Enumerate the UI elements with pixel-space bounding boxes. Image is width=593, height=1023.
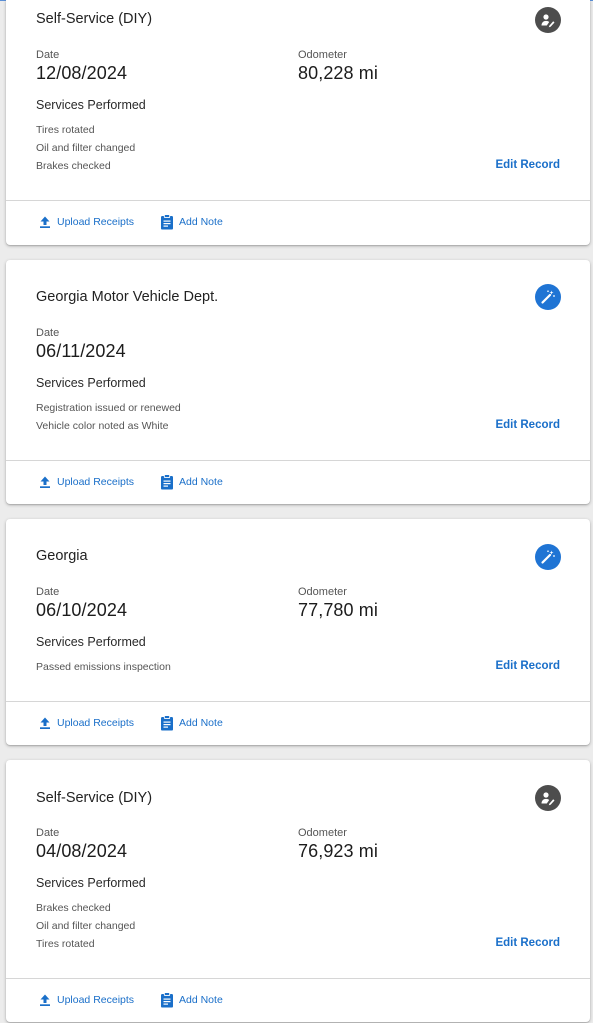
services-performed-heading: Services Performed xyxy=(36,635,146,649)
services-performed-heading: Services Performed xyxy=(36,98,146,112)
upload-receipts-button[interactable]: Upload Receipts xyxy=(38,475,134,489)
magic-wand-icon xyxy=(535,544,561,570)
card-divider xyxy=(6,460,590,461)
add-note-button[interactable]: Add Note xyxy=(160,992,223,1008)
upload-receipts-label: Upload Receipts xyxy=(57,994,135,1006)
add-note-label: Add Note xyxy=(179,717,223,729)
edit-record-button[interactable]: Edit Record xyxy=(495,660,560,672)
services-performed-heading: Services Performed xyxy=(36,876,146,890)
service-item: Vehicle color noted as White xyxy=(36,420,169,432)
upload-receipts-label: Upload Receipts xyxy=(57,717,135,729)
service-item: Tires rotated xyxy=(36,124,95,136)
services-performed-heading: Services Performed xyxy=(36,376,146,390)
service-record-card: Georgia Date 06/10/2024 Odometer 77,780 … xyxy=(6,519,590,745)
provider-name: Georgia Motor Vehicle Dept. xyxy=(36,289,219,305)
provider-name: Self-Service (DIY) xyxy=(36,790,153,806)
upload-icon xyxy=(40,994,50,1006)
date-value: 06/11/2024 xyxy=(36,341,126,361)
provider-name: Self-Service (DIY) xyxy=(36,11,153,27)
clipboard-icon xyxy=(161,715,173,731)
service-item: Registration issued or renewed xyxy=(36,402,181,414)
edit-record-button[interactable]: Edit Record xyxy=(495,419,560,431)
clipboard-icon xyxy=(161,992,173,1008)
magic-wand-icon xyxy=(535,284,561,310)
card-divider xyxy=(6,978,590,979)
add-note-button[interactable]: Add Note xyxy=(160,715,223,731)
service-item: Passed emissions inspection xyxy=(36,661,171,673)
add-note-label: Add Note xyxy=(179,994,223,1006)
service-item: Brakes checked xyxy=(36,160,111,172)
upload-icon xyxy=(40,717,50,729)
upload-receipts-label: Upload Receipts xyxy=(57,216,135,228)
service-record-card: Self-Service (DIY) Date 12/08/2024 Odome… xyxy=(6,0,590,245)
date-value: 12/08/2024 xyxy=(36,63,128,83)
odometer-value: 76,923 mi xyxy=(298,841,378,861)
upload-icon xyxy=(40,476,50,488)
upload-receipts-button[interactable]: Upload Receipts xyxy=(38,716,134,730)
upload-receipts-label: Upload Receipts xyxy=(57,476,135,488)
clipboard-icon xyxy=(161,214,173,230)
service-item: Brakes checked xyxy=(36,902,111,914)
person-wrench-icon xyxy=(535,785,561,811)
odometer-label: Odometer xyxy=(298,586,347,598)
upload-icon xyxy=(40,216,50,228)
service-item: Tires rotated xyxy=(36,938,95,950)
card-divider xyxy=(6,701,590,702)
edit-record-button[interactable]: Edit Record xyxy=(495,159,560,171)
odometer-value: 77,780 mi xyxy=(298,600,378,620)
card-divider xyxy=(6,200,590,201)
date-value: 06/10/2024 xyxy=(36,600,128,620)
add-note-label: Add Note xyxy=(179,216,223,228)
odometer-value: 80,228 mi xyxy=(298,63,378,83)
date-value: 04/08/2024 xyxy=(36,841,128,861)
add-note-label: Add Note xyxy=(179,476,223,488)
date-label: Date xyxy=(36,49,60,61)
add-note-button[interactable]: Add Note xyxy=(160,474,223,490)
add-note-button[interactable]: Add Note xyxy=(160,214,223,230)
edit-record-button[interactable]: Edit Record xyxy=(495,937,560,949)
service-record-card: Self-Service (DIY) Date 04/08/2024 Odome… xyxy=(6,760,590,1022)
upload-receipts-button[interactable]: Upload Receipts xyxy=(38,993,134,1007)
date-label: Date xyxy=(36,327,60,339)
service-record-card: Georgia Motor Vehicle Dept. Date 06/11/2… xyxy=(6,260,590,504)
provider-name: Georgia xyxy=(36,548,88,564)
odometer-label: Odometer xyxy=(298,49,347,61)
date-label: Date xyxy=(36,586,60,598)
service-item: Oil and filter changed xyxy=(36,920,136,932)
odometer-label: Odometer xyxy=(298,827,347,839)
service-item: Oil and filter changed xyxy=(36,142,136,154)
clipboard-icon xyxy=(161,474,173,490)
upload-receipts-button[interactable]: Upload Receipts xyxy=(38,215,134,229)
person-wrench-icon xyxy=(535,7,561,33)
date-label: Date xyxy=(36,827,60,839)
